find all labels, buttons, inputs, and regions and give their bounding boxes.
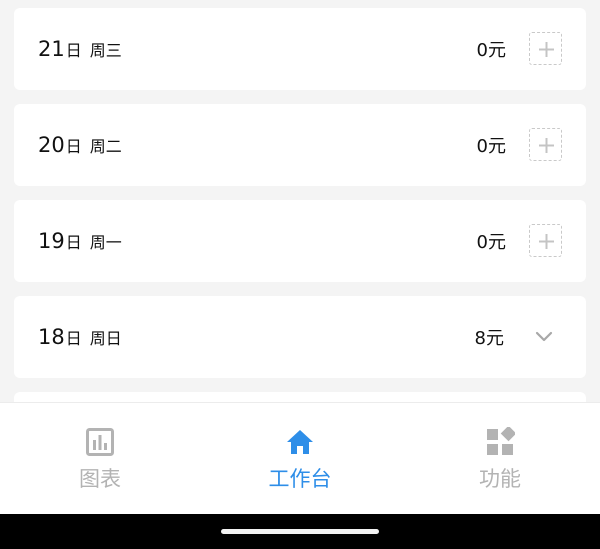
home-indicator[interactable]	[221, 529, 379, 534]
weekday: 周三	[89, 41, 122, 60]
day-number: 18	[38, 325, 65, 349]
day-unit: 日	[65, 233, 82, 252]
add-record-button[interactable]	[529, 32, 562, 65]
tab-workbench[interactable]: 工作台	[200, 403, 400, 515]
tab-charts[interactable]: 图表	[0, 403, 200, 515]
tab-functions[interactable]: 功能	[400, 403, 600, 515]
day-amount: 0元	[476, 232, 506, 253]
plus-icon	[539, 234, 554, 249]
day-label: 19 日 周一	[38, 200, 122, 282]
tab-label: 功能	[479, 467, 521, 491]
daily-record-list: 21 日 周三 0元 20 日 周二 0元 19 日 周一 0元 18 日 周日…	[0, 0, 600, 402]
day-unit: 日	[65, 329, 82, 348]
home-icon	[287, 430, 313, 454]
add-record-button[interactable]	[529, 224, 562, 257]
day-unit: 日	[65, 41, 82, 60]
day-number: 20	[38, 133, 65, 157]
day-card[interactable]: 20 日 周二 0元	[14, 104, 586, 186]
grid-icon	[487, 427, 515, 455]
day-number: 19	[38, 229, 65, 253]
weekday: 周日	[89, 329, 122, 348]
chevron-down-icon[interactable]	[534, 326, 554, 346]
add-record-button[interactable]	[529, 128, 562, 161]
bottom-tab-bar: 图表 工作台 功能	[0, 402, 600, 514]
plus-icon	[539, 42, 554, 57]
day-label: 18 日 周日	[38, 296, 122, 378]
day-card[interactable]: 21 日 周三 0元	[14, 8, 586, 90]
day-label: 21 日 周三	[38, 8, 122, 90]
plus-icon	[539, 138, 554, 153]
day-amount: 8元	[474, 328, 504, 349]
system-navigation-bar	[0, 514, 600, 549]
weekday: 周二	[89, 137, 122, 156]
tab-label: 工作台	[268, 467, 332, 491]
day-card[interactable]: 19 日 周一 0元	[14, 200, 586, 282]
day-card[interactable]: 18 日 周日 8元	[14, 296, 586, 378]
day-card-partial	[14, 392, 586, 402]
day-number: 21	[38, 37, 65, 61]
bar-chart-icon	[86, 428, 114, 456]
day-unit: 日	[65, 137, 82, 156]
day-amount: 0元	[476, 40, 506, 61]
weekday: 周一	[89, 233, 122, 252]
day-amount: 0元	[476, 136, 506, 157]
day-label: 20 日 周二	[38, 104, 122, 186]
tab-label: 图表	[79, 467, 121, 491]
